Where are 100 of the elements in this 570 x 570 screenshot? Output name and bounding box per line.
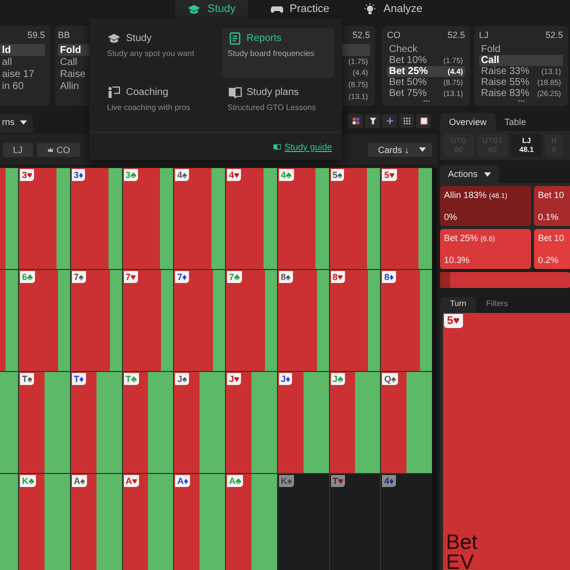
sort-dropdown[interactable]: Cards ↓ bbox=[368, 142, 432, 156]
menu-item[interactable]: Study plans Structured GTO Lessons bbox=[222, 82, 334, 132]
strategy-cell[interactable]: 7♠ bbox=[70, 270, 122, 371]
stack-size: 52.5 bbox=[545, 30, 563, 40]
caret-icon bbox=[20, 120, 27, 124]
strategy-cell[interactable]: 5♥ bbox=[381, 168, 432, 269]
card-label: A♠ bbox=[72, 475, 88, 487]
tile-label: Bet 10 bbox=[538, 233, 566, 243]
caret-icon bbox=[419, 147, 426, 152]
tile-frequency: 10.3% bbox=[444, 255, 471, 265]
strategy-cell[interactable]: 3♥ bbox=[19, 168, 70, 269]
card-label: 8♦ bbox=[382, 271, 396, 283]
strategy-cell[interactable]: A♠ bbox=[70, 474, 122, 570]
action-option[interactable]: Fold bbox=[479, 44, 563, 55]
card-label: T♥ bbox=[330, 475, 346, 487]
study-guide-link[interactable]: Study guide bbox=[273, 142, 332, 152]
strategy-cell[interactable]: T♠ bbox=[19, 372, 70, 473]
panel-tab[interactable]: Filters bbox=[476, 297, 518, 313]
action-label: Allin bbox=[60, 80, 79, 92]
card-label: T♦ bbox=[72, 373, 86, 385]
toolbar-button[interactable] bbox=[416, 114, 431, 128]
toolbar-button[interactable] bbox=[365, 114, 380, 128]
action-tile[interactable]: Bet 10 0.1% bbox=[534, 186, 570, 226]
strategy-cell[interactable] bbox=[0, 168, 18, 269]
filter-chip[interactable]: CO bbox=[36, 142, 80, 156]
filter-chip[interactable]: LJ bbox=[3, 142, 33, 156]
stack-size: 59.5 bbox=[27, 30, 45, 40]
position-label: LJ bbox=[479, 30, 489, 40]
position-label: BB bbox=[58, 30, 70, 40]
action-tile[interactable]: Bet 10 0.2% bbox=[534, 229, 570, 269]
action-option[interactable]: Call bbox=[479, 55, 563, 66]
action-option[interactable]: Check bbox=[387, 44, 465, 55]
menu-item-subtitle: Structured GTO Lessons bbox=[228, 103, 317, 112]
panel-tab[interactable]: Turn bbox=[440, 297, 476, 313]
action-option[interactable]: all bbox=[0, 56, 45, 68]
book-icon bbox=[228, 86, 242, 99]
strategy-cell[interactable]: 7♥ bbox=[122, 270, 174, 371]
card-label: J♠ bbox=[175, 373, 190, 385]
menu-item[interactable]: Coaching Live coaching with pros bbox=[101, 82, 214, 132]
strategy-cell[interactable]: 8♠ bbox=[278, 270, 328, 371]
menu-item-title: Coaching bbox=[126, 87, 168, 98]
panel-tab[interactable]: Overview bbox=[440, 113, 496, 131]
strategy-cell[interactable]: 7♦ bbox=[174, 270, 225, 371]
toolbar-button[interactable] bbox=[348, 114, 363, 128]
nav-tab[interactable]: Study bbox=[175, 0, 248, 18]
strategy-cell[interactable]: 8♥ bbox=[330, 270, 380, 371]
action-option[interactable]: ld bbox=[0, 44, 45, 56]
strategy-cell[interactable]: T♦ bbox=[70, 372, 122, 473]
strategy-cell[interactable]: J♦ bbox=[278, 372, 328, 473]
nav-tab[interactable]: Practice bbox=[258, 0, 342, 18]
tile-label: Bet 10 bbox=[538, 190, 566, 200]
dot-grid-icon bbox=[402, 117, 410, 125]
menu-item-title: Reports bbox=[246, 33, 282, 44]
action-label: Call bbox=[481, 55, 500, 66]
crown-icon bbox=[46, 146, 54, 153]
card-label: K♠ bbox=[278, 475, 294, 487]
strategy-cell[interactable]: 8♦ bbox=[381, 270, 432, 371]
menu-item-title: Study plans bbox=[246, 87, 299, 98]
toolbar-button[interactable] bbox=[399, 114, 414, 128]
caret-icon bbox=[484, 172, 491, 176]
toolbar-button[interactable] bbox=[382, 114, 397, 128]
action-label: Raise bbox=[60, 68, 86, 80]
menu-item[interactable]: Reports Study board frequencies bbox=[222, 28, 334, 78]
strategy-cell[interactable]: 4♥ bbox=[226, 168, 277, 269]
card-label: 4♠ bbox=[175, 169, 190, 181]
panel-tab[interactable]: Table bbox=[496, 113, 536, 131]
card-label: J♣ bbox=[330, 373, 346, 385]
action-label: Fold bbox=[60, 44, 82, 56]
tile-frequency: 0% bbox=[444, 212, 458, 222]
actions-dropdown[interactable]: Actions bbox=[440, 165, 499, 183]
grid-icon bbox=[352, 117, 360, 125]
action-label: Raise 33% bbox=[481, 66, 530, 77]
graduation-cap-icon bbox=[107, 32, 121, 45]
action-label: all bbox=[2, 56, 12, 68]
card-label: 5♠ bbox=[330, 169, 344, 181]
card-label: J♥ bbox=[227, 373, 242, 385]
strategy-cell[interactable]: J♠ bbox=[174, 372, 225, 473]
strategy-cell[interactable]: 3♦ bbox=[70, 168, 122, 269]
card-label: 7♠ bbox=[72, 271, 86, 283]
strategy-cell[interactable] bbox=[0, 474, 18, 570]
square-icon bbox=[420, 117, 428, 125]
strategy-cell[interactable] bbox=[0, 270, 18, 371]
strategy-cell[interactable]: Q♠ bbox=[381, 372, 432, 473]
strategy-cell[interactable]: A♥ bbox=[122, 474, 174, 570]
book-icon bbox=[273, 142, 282, 150]
menu-item[interactable]: Study Study any spot you want bbox=[101, 28, 214, 78]
seat-card[interactable]: 59.5 ld all aise 17 in 60 bbox=[0, 26, 50, 106]
view-tab[interactable]: rns bbox=[0, 114, 33, 133]
lightbulb-icon bbox=[363, 2, 378, 16]
strategy-cell[interactable] bbox=[0, 372, 18, 473]
strategy-cell[interactable]: J♥ bbox=[226, 372, 277, 473]
card-label: A♦ bbox=[175, 475, 190, 487]
strategy-cell[interactable]: A♦ bbox=[174, 474, 225, 570]
action-option[interactable]: in 60 bbox=[0, 80, 45, 92]
action-option[interactable]: aise 17 bbox=[0, 68, 45, 80]
strategy-cell[interactable]: 4♠ bbox=[174, 168, 225, 269]
strategy-cell[interactable]: 5♠ bbox=[330, 168, 380, 269]
menu-item-subtitle: Study any spot you want bbox=[107, 49, 196, 58]
nav-tab[interactable]: Analyze bbox=[351, 0, 435, 18]
action-label: Bet 75% bbox=[389, 88, 427, 99]
